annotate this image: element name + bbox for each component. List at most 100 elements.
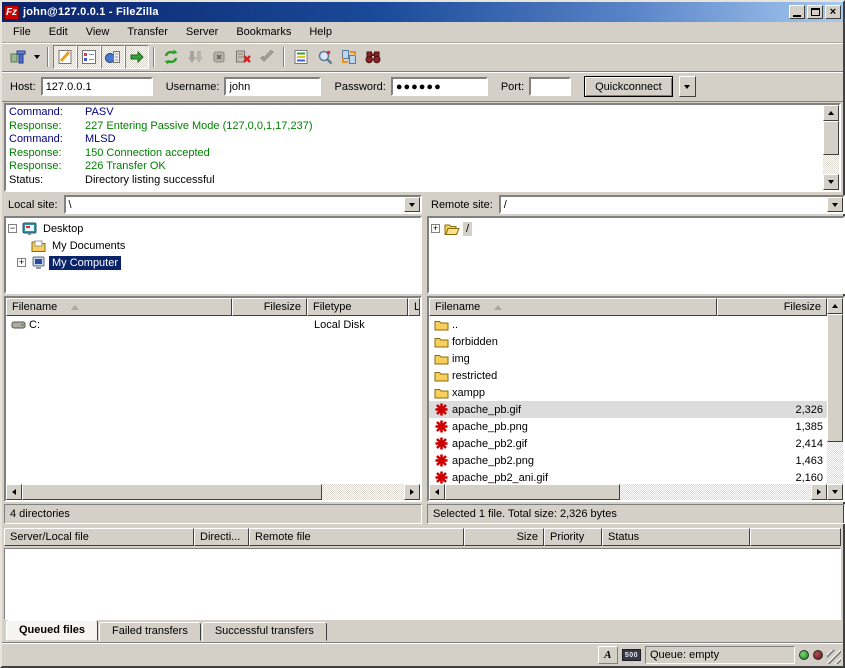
quickconnect-dropdown[interactable] [679,76,696,97]
column-header-status[interactable]: Status [602,528,750,546]
collapse-toggle-icon[interactable]: − [8,224,17,233]
directory-filters-button[interactable] [289,45,313,69]
remote-tree: + / [427,216,845,294]
tree-item-my-documents[interactable]: My Documents [30,237,420,254]
port-input[interactable] [529,77,571,96]
tree-item-root[interactable]: + / [431,220,843,237]
toggle-message-log-button[interactable] [53,45,77,69]
scroll-up-button[interactable] [827,298,843,314]
scrollbar-thumb[interactable] [827,314,843,442]
transfer-type-icon[interactable]: A [598,646,618,664]
expand-toggle-icon[interactable]: + [17,258,26,267]
tab-queued-files[interactable]: Queued files [6,620,98,641]
scroll-up-button[interactable] [823,105,839,121]
scroll-down-button[interactable] [827,484,843,500]
find-files-button[interactable] [361,45,385,69]
file-row[interactable]: apache_pb.png1,385 [429,418,827,435]
minimize-button[interactable] [789,5,805,19]
column-header-direction[interactable]: Directi... [194,528,249,546]
maximize-button[interactable] [807,5,823,19]
tab-successful-transfers[interactable]: Successful transfers [202,622,327,641]
toggle-transfer-queue-button[interactable] [125,45,149,69]
scroll-right-button[interactable] [811,484,827,500]
message-log-icon [56,48,74,66]
column-header-server-local-file[interactable]: Server/Local file [4,528,194,546]
synchronized-browsing-button[interactable] [337,45,361,69]
expand-toggle-icon[interactable]: + [431,224,440,233]
column-header-lastmodified[interactable]: L [408,298,420,316]
remote-hscrollbar[interactable] [429,484,827,500]
file-name: C: [29,319,40,331]
sort-ascending-icon [71,305,79,310]
titlebar[interactable]: Fz john@127.0.0.1 - FileZilla × [2,2,843,22]
remote-list-body: .. forbidden img restricted xampp apache… [429,316,827,484]
toggle-local-tree-button[interactable] [77,45,101,69]
scrollbar-thumb[interactable] [445,484,620,500]
password-input[interactable] [391,77,488,96]
menu-server[interactable]: Server [177,23,227,41]
remote-site-combo[interactable]: / [499,195,845,214]
file-row[interactable]: apache_pb2.gif2,414 [429,435,827,452]
column-header-filename[interactable]: Filename [6,298,232,316]
tab-failed-transfers[interactable]: Failed transfers [99,622,201,641]
column-header-size[interactable]: Size [464,528,544,546]
site-manager-button[interactable] [6,45,30,69]
local-hscrollbar[interactable] [6,484,420,500]
combo-dropdown-button[interactable] [827,197,843,212]
disconnect-button[interactable] [231,45,255,69]
column-header-filetype[interactable]: Filetype [307,298,408,316]
local-site-value: \ [66,199,404,211]
speed-limit-icon[interactable]: 500 [622,649,641,661]
combo-dropdown-button[interactable] [404,197,420,212]
scroll-right-button[interactable] [404,484,420,500]
activity-led-green [799,650,809,660]
host-input[interactable] [41,77,153,96]
tree-item-my-computer[interactable]: + My Computer [17,254,420,271]
local-site-combo[interactable]: \ [64,195,422,214]
column-header-filename[interactable]: Filename [429,298,717,316]
column-header-priority[interactable]: Priority [544,528,602,546]
process-queue-button[interactable] [183,45,207,69]
menu-transfer[interactable]: Transfer [118,23,177,41]
close-button[interactable]: × [825,5,841,19]
file-row[interactable]: forbidden [429,333,827,350]
column-header-remote-file[interactable]: Remote file [249,528,464,546]
remote-vscrollbar[interactable] [827,298,843,500]
toggle-remote-tree-button[interactable] [101,45,125,69]
scroll-left-button[interactable] [6,484,22,500]
arrow-right-icon [410,489,414,495]
file-row[interactable]: restricted [429,367,827,384]
file-row[interactable]: xampp [429,384,827,401]
file-row[interactable]: apache_pb2.png1,463 [429,452,827,469]
queue-list[interactable] [4,548,841,620]
menu-bookmarks[interactable]: Bookmarks [227,23,300,41]
column-header-filesize[interactable]: Filesize [717,298,827,316]
chevron-down-icon [832,203,838,207]
column-header-filesize[interactable]: Filesize [232,298,307,316]
menu-view[interactable]: View [77,23,119,41]
quickconnect-button[interactable]: Quickconnect [584,76,673,97]
tree-item-desktop[interactable]: − Desktop [8,220,420,237]
statusbar: A 500 Queue: empty [2,642,843,666]
scrollbar-thumb[interactable] [823,121,839,155]
scroll-left-button[interactable] [429,484,445,500]
username-input[interactable] [224,77,321,96]
log-scrollbar[interactable] [823,105,839,190]
file-row-selected[interactable]: apache_pb.gif2,326 [429,401,827,418]
menu-edit[interactable]: Edit [40,23,77,41]
refresh-button[interactable] [159,45,183,69]
scrollbar-thumb[interactable] [22,484,322,500]
site-manager-dropdown[interactable] [30,46,43,68]
file-row-c-drive[interactable]: C: Local Disk [6,316,420,333]
file-row[interactable]: img [429,350,827,367]
menu-file[interactable]: File [4,23,40,41]
cancel-button[interactable] [207,45,231,69]
resize-grip[interactable] [827,650,841,664]
file-row[interactable]: .. [429,316,827,333]
menu-help[interactable]: Help [300,23,341,41]
scroll-down-button[interactable] [823,174,839,190]
arrow-right-icon [817,489,821,495]
reconnect-button[interactable] [255,45,279,69]
file-row[interactable]: apache_pb2_ani.gif2,160 [429,469,827,484]
directory-comparison-button[interactable] [313,45,337,69]
